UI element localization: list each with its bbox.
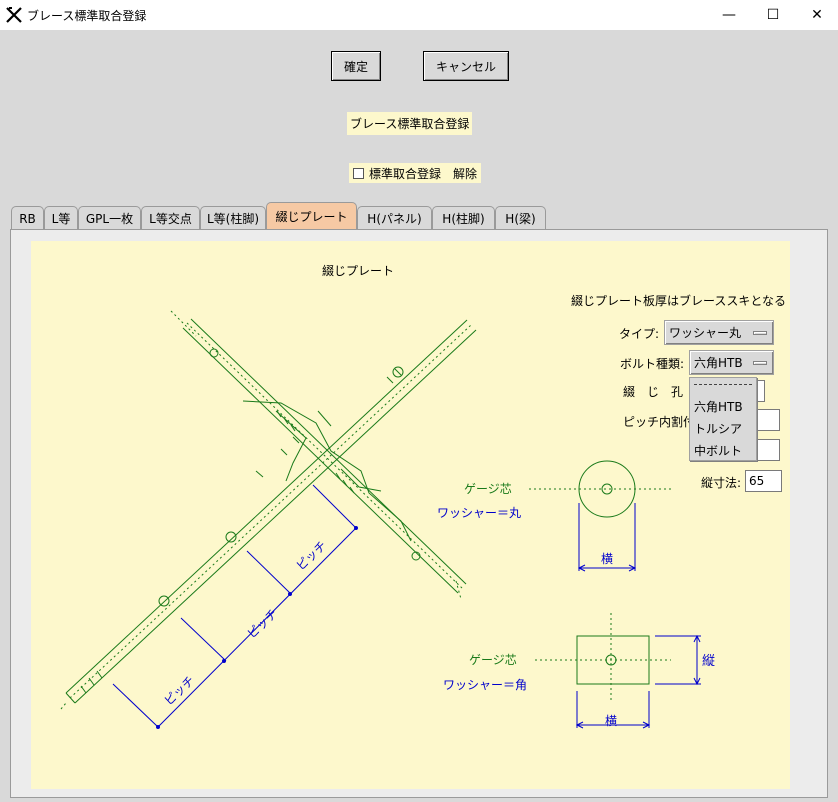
pitch-label-1: ピッチ bbox=[161, 673, 197, 708]
tab-gpl[interactable]: GPL一枚 bbox=[78, 206, 141, 230]
release-checkbox[interactable]: 標準取合登録 解除 bbox=[349, 163, 482, 183]
horizontal-label-round: 横 bbox=[601, 552, 613, 566]
bolt-option-hex-htb[interactable]: 六角HTB bbox=[694, 398, 743, 415]
bolt-option-medium-bolt[interactable]: 中ボルト bbox=[694, 442, 742, 459]
vertical-label-square: 縦 bbox=[702, 654, 715, 669]
type-select-value: ワッシャー丸 bbox=[669, 326, 742, 340]
gusset-plate bbox=[242, 400, 412, 542]
tab-tie-plate[interactable]: 綴じプレート bbox=[266, 202, 357, 230]
gauge-label-square: ゲージ芯 bbox=[469, 653, 517, 667]
pitch-label-2: ピッチ bbox=[244, 606, 280, 641]
washer-round-label: ワッシャー＝丸 bbox=[437, 506, 521, 520]
page-title: ブレース標準取合登録 bbox=[347, 112, 473, 135]
pitch-label-3: ピッチ bbox=[293, 538, 329, 573]
tab-h-column-base[interactable]: H(柱脚) bbox=[432, 206, 495, 230]
type-select[interactable]: ワッシャー丸 bbox=[664, 320, 774, 345]
app-icon bbox=[6, 7, 22, 23]
tab-h-panel[interactable]: H(パネル) bbox=[357, 206, 432, 230]
vertical-dimension-label: 縦寸法: bbox=[701, 476, 742, 490]
checkbox-box[interactable] bbox=[353, 167, 364, 179]
maximize-button[interactable]: ☐ bbox=[750, 0, 796, 30]
confirm-button[interactable]: 確定 bbox=[331, 51, 381, 81]
bolt-option-torshear[interactable]: トルシア bbox=[694, 420, 742, 437]
window-title: ブレース標準取合登録 bbox=[27, 9, 147, 23]
minimize-button[interactable]: — bbox=[706, 0, 752, 30]
panel-title: 綴じプレート bbox=[322, 264, 395, 278]
gauge-label-round: ゲージ芯 bbox=[464, 482, 512, 496]
tie-plate-panel: ピッチ ピッチ ピッチ ゲージ芯 ワッシャー＝丸 横 ゲージ芯 ワッシャー＝角 … bbox=[31, 241, 790, 789]
horizontal-label-square: 横 bbox=[605, 714, 617, 728]
tab-l[interactable]: L等 bbox=[44, 206, 78, 230]
washer-square-label: ワッシャー＝角 bbox=[443, 678, 527, 692]
pitch-allocation-label: ピッチ内割付 bbox=[623, 415, 696, 429]
title-bar: ブレース標準取合登録 — ☐ ✕ bbox=[0, 0, 838, 30]
close-button[interactable]: ✕ bbox=[794, 0, 838, 30]
washer-round-symbol bbox=[529, 460, 671, 518]
washer-square-symbol bbox=[535, 613, 671, 701]
tab-h-beam[interactable]: H(梁) bbox=[495, 206, 546, 230]
plate-thickness-note: 綴じプレート板厚はブレーススキとなる bbox=[571, 294, 787, 308]
cancel-button[interactable]: キャンセル bbox=[423, 51, 509, 81]
bolt-type-value: 六角HTB bbox=[694, 356, 743, 370]
bolt-type-select[interactable]: 六角HTB bbox=[689, 350, 774, 375]
tie-hole-label: 綴 じ 孔 bbox=[623, 385, 684, 399]
vertical-dimension-input[interactable]: 65 bbox=[745, 470, 782, 492]
bolt-type-menu: 六角HTB トルシア 中ボルト bbox=[689, 377, 757, 461]
tab-rb[interactable]: RB bbox=[11, 206, 44, 230]
checkbox-label: 標準取合登録 解除 bbox=[369, 166, 478, 181]
menu-tearoff[interactable] bbox=[694, 384, 752, 385]
pitch-dimensions bbox=[112, 484, 358, 729]
bolt-type-label: ボルト種類: bbox=[620, 357, 685, 371]
tab-l-cross[interactable]: L等交点 bbox=[141, 206, 200, 230]
tab-l-column-base[interactable]: L等(柱脚) bbox=[200, 206, 266, 230]
option-menu-indicator bbox=[753, 331, 767, 335]
option-menu-indicator bbox=[753, 361, 767, 365]
type-label: タイプ: bbox=[619, 327, 660, 341]
long-brace bbox=[60, 319, 477, 710]
cross-brace-bolts bbox=[209, 348, 421, 561]
